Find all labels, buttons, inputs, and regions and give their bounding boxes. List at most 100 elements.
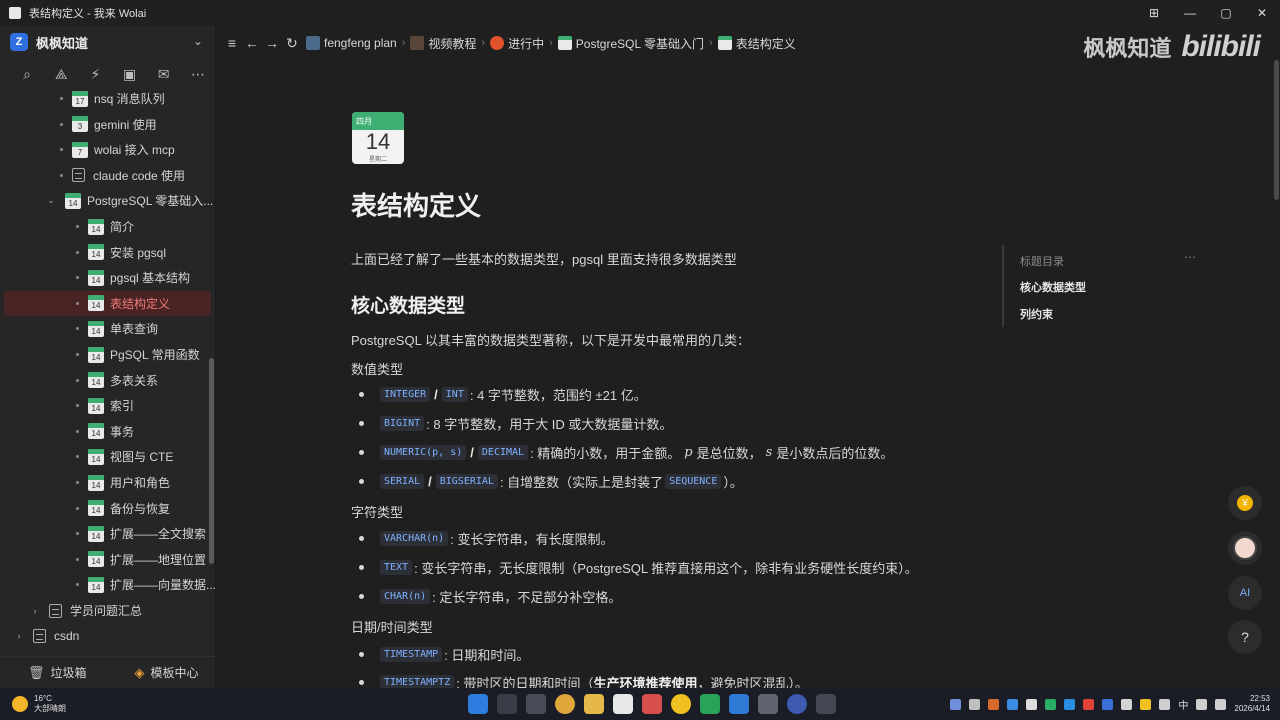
list-item[interactable]: CHAR(n) : 定长字符串，不足部分补空格。 [359, 587, 621, 606]
breadcrumb-current[interactable]: 表结构定义 [736, 35, 796, 52]
trash-button[interactable]: 🗑 垃圾箱 [28, 664, 87, 681]
sidebar-tree-item[interactable]: 14 PgSQL 常用函数 [4, 342, 211, 367]
weather-widget[interactable]: 16°C 大部晴朗 [12, 694, 66, 714]
list-item[interactable]: VARCHAR(n) : 变长字符串，有长度限制。 [359, 529, 613, 548]
sidebar-tree-item[interactable]: 14 简介 [4, 214, 211, 239]
start-icon[interactable] [468, 694, 488, 714]
avatar-button[interactable] [1228, 531, 1262, 565]
sidebar-tree-item[interactable]: 14 备份与恢复 [4, 496, 211, 521]
sidebar-tree-item[interactable]: 14 用户和角色 [4, 470, 211, 495]
sidebar-tree-item[interactable]: ⌄ 14 PostgreSQL 零基础入... [4, 188, 213, 213]
app-icon[interactable] [642, 694, 662, 714]
app-icon[interactable] [729, 694, 749, 714]
terminal-icon[interactable] [816, 694, 836, 714]
wolai-icon[interactable] [613, 694, 633, 714]
list-item[interactable]: INTEGER / INT : 4 字节整数，范围约 ±21 亿。 [359, 385, 647, 404]
sidebar-tree-item[interactable]: 14 安装 pgsql [4, 240, 211, 265]
chevron-down-icon[interactable]: ⌄ [46, 195, 56, 206]
graph-icon[interactable]: ⟁ [44, 66, 78, 83]
sidebar-tree-item[interactable]: 14 扩展——向量数据... [4, 572, 216, 597]
sidebar-tree-item[interactable]: 14 多表关系 [4, 368, 211, 393]
paragraph[interactable]: PostgreSQL 以其丰富的数据类型著称，以下是开发中最常用的几类： [351, 330, 750, 349]
minimize-button[interactable]: — [1172, 0, 1208, 26]
close-button[interactable]: ✕ [1244, 0, 1280, 26]
list-item[interactable]: BIGINT : 8 字节整数，用于大 ID 或大数据量计数。 [359, 414, 672, 433]
tray-icon[interactable] [1083, 698, 1095, 710]
clock[interactable]: 22:53 2026/4/14 [1234, 694, 1270, 714]
tray-icon[interactable] [1102, 698, 1114, 710]
breadcrumb-item[interactable]: 进行中 [508, 35, 544, 52]
coin-button[interactable]: ¥ [1228, 486, 1262, 520]
page-icon-calendar[interactable]: 四月 14 星期二 [352, 112, 404, 164]
help-button[interactable]: ? [1228, 620, 1262, 654]
back-icon[interactable]: ← [242, 35, 262, 51]
sidebar-tree-item[interactable]: 14 表结构定义 [4, 290, 211, 316]
more-icon[interactable]: ⋯ [1184, 250, 1196, 264]
breadcrumb-item[interactable]: PostgreSQL 零基础入门 [576, 35, 704, 52]
sidebar-tree-item[interactable]: 17 nsq 消息队列 [4, 90, 211, 111]
ai-assistant-button[interactable]: AI [1228, 576, 1262, 610]
sidebar-tree-item[interactable]: 14 pgsql 基本结构 [4, 265, 211, 290]
ime-indicator[interactable]: 中 [1178, 697, 1188, 712]
intro-paragraph[interactable]: 上面已经了解了一些基本的数据类型，pgsql 里面支持很多数据类型 [351, 249, 737, 268]
sidebar-tree-item[interactable]: › 学员问题汇总 [4, 598, 211, 623]
template-center-button[interactable]: ◈ 模板中心 [135, 664, 199, 681]
sidebar-scrollbar[interactable] [209, 358, 214, 564]
ai-icon[interactable]: ⚡ [78, 66, 112, 83]
menu-icon[interactable]: ≡ [222, 35, 242, 51]
sidebar-tree-item[interactable]: 14 事务 [4, 419, 211, 444]
sidebar-tree-item[interactable]: 14 视图与 CTE [4, 444, 211, 469]
sidebar-tree-item[interactable]: 14 扩展——全文搜索 [4, 521, 211, 546]
search-icon[interactable]: ⌕ [10, 66, 44, 83]
forward-icon[interactable]: → [262, 35, 282, 51]
sidebar-tree-item[interactable]: 3 gemini 使用 [4, 112, 211, 137]
calendar-icon[interactable]: ▣ [113, 66, 147, 83]
toc-item[interactable]: 核心数据类型 [1020, 279, 1086, 295]
workspace-switcher[interactable]: Z 枫枫知道 ⌄ [0, 26, 215, 58]
list-item[interactable]: TIMESTAMP : 日期和时间。 [359, 645, 529, 664]
section-label-string[interactable]: 字符类型 [351, 502, 403, 521]
inbox-icon[interactable]: ✉ [147, 66, 181, 83]
app-icon[interactable] [787, 694, 807, 714]
volume-icon[interactable] [1215, 698, 1227, 710]
sidebar-tree-item[interactable]: › csdn [4, 624, 211, 649]
list-item[interactable]: TIMESTAMPTZ : 带时区的日期和时间（ 生产环境推荐使用 ，避免时区混… [359, 673, 808, 688]
task-view-icon[interactable] [526, 694, 546, 714]
sidebar-tree-item[interactable]: 14 单表查询 [4, 316, 211, 341]
microphone-icon[interactable] [1159, 698, 1171, 710]
tray-icon[interactable] [988, 698, 1000, 710]
list-item[interactable]: NUMERIC(p, s) / DECIMAL : 精确的小数，用于金额。 p … [359, 443, 893, 462]
tray-icon[interactable] [969, 698, 981, 710]
breadcrumb-item[interactable]: fengfeng plan [324, 36, 397, 50]
heading-core-types[interactable]: 核心数据类型 [351, 291, 465, 318]
layout-icon[interactable]: ⊞ [1136, 0, 1172, 26]
breadcrumb-item[interactable]: 视频教程 [428, 35, 476, 52]
toc-item[interactable]: 列约束 [1020, 306, 1053, 322]
tray-icon[interactable] [1007, 698, 1019, 710]
sidebar-tree-item[interactable]: 7 wolai 接入 mcp [4, 137, 211, 162]
tray-icon[interactable] [1121, 698, 1133, 710]
editor-scrollbar[interactable] [1274, 60, 1279, 200]
tray-icon[interactable] [1064, 698, 1076, 710]
list-item[interactable]: TEXT : 变长字符串，无长度限制（PostgreSQL 推荐直接用这个，除非… [359, 558, 918, 577]
search-icon[interactable] [497, 694, 517, 714]
tray-icon[interactable] [1140, 698, 1152, 710]
network-icon[interactable] [1196, 698, 1208, 710]
maximize-button[interactable]: ▢ [1208, 0, 1244, 26]
app-icon[interactable] [700, 694, 720, 714]
chevron-down-icon[interactable]: ⌄ [193, 34, 203, 48]
page-title[interactable]: 表结构定义 [351, 186, 481, 223]
file-explorer-icon[interactable] [584, 694, 604, 714]
sidebar-tree-item[interactable]: 14 索引 [4, 393, 211, 418]
chevron-right-icon[interactable]: › [30, 606, 40, 616]
chrome-icon[interactable] [555, 694, 575, 714]
more-icon[interactable]: ⋯ [181, 66, 215, 83]
refresh-icon[interactable]: ↻ [282, 35, 302, 52]
chevron-right-icon[interactable]: › [14, 631, 24, 641]
tray-icon[interactable] [1026, 698, 1038, 710]
list-item[interactable]: SERIAL / BIGSERIAL : 自增整数（实际上是封装了 SEQUEN… [359, 472, 743, 491]
section-label-datetime[interactable]: 日期/时间类型 [351, 617, 433, 636]
sidebar-tree-item[interactable]: 14 扩展——地理位置 [4, 547, 211, 572]
sidebar-tree-item[interactable]: claude code 使用 [4, 163, 211, 188]
app-icon[interactable] [671, 694, 691, 714]
